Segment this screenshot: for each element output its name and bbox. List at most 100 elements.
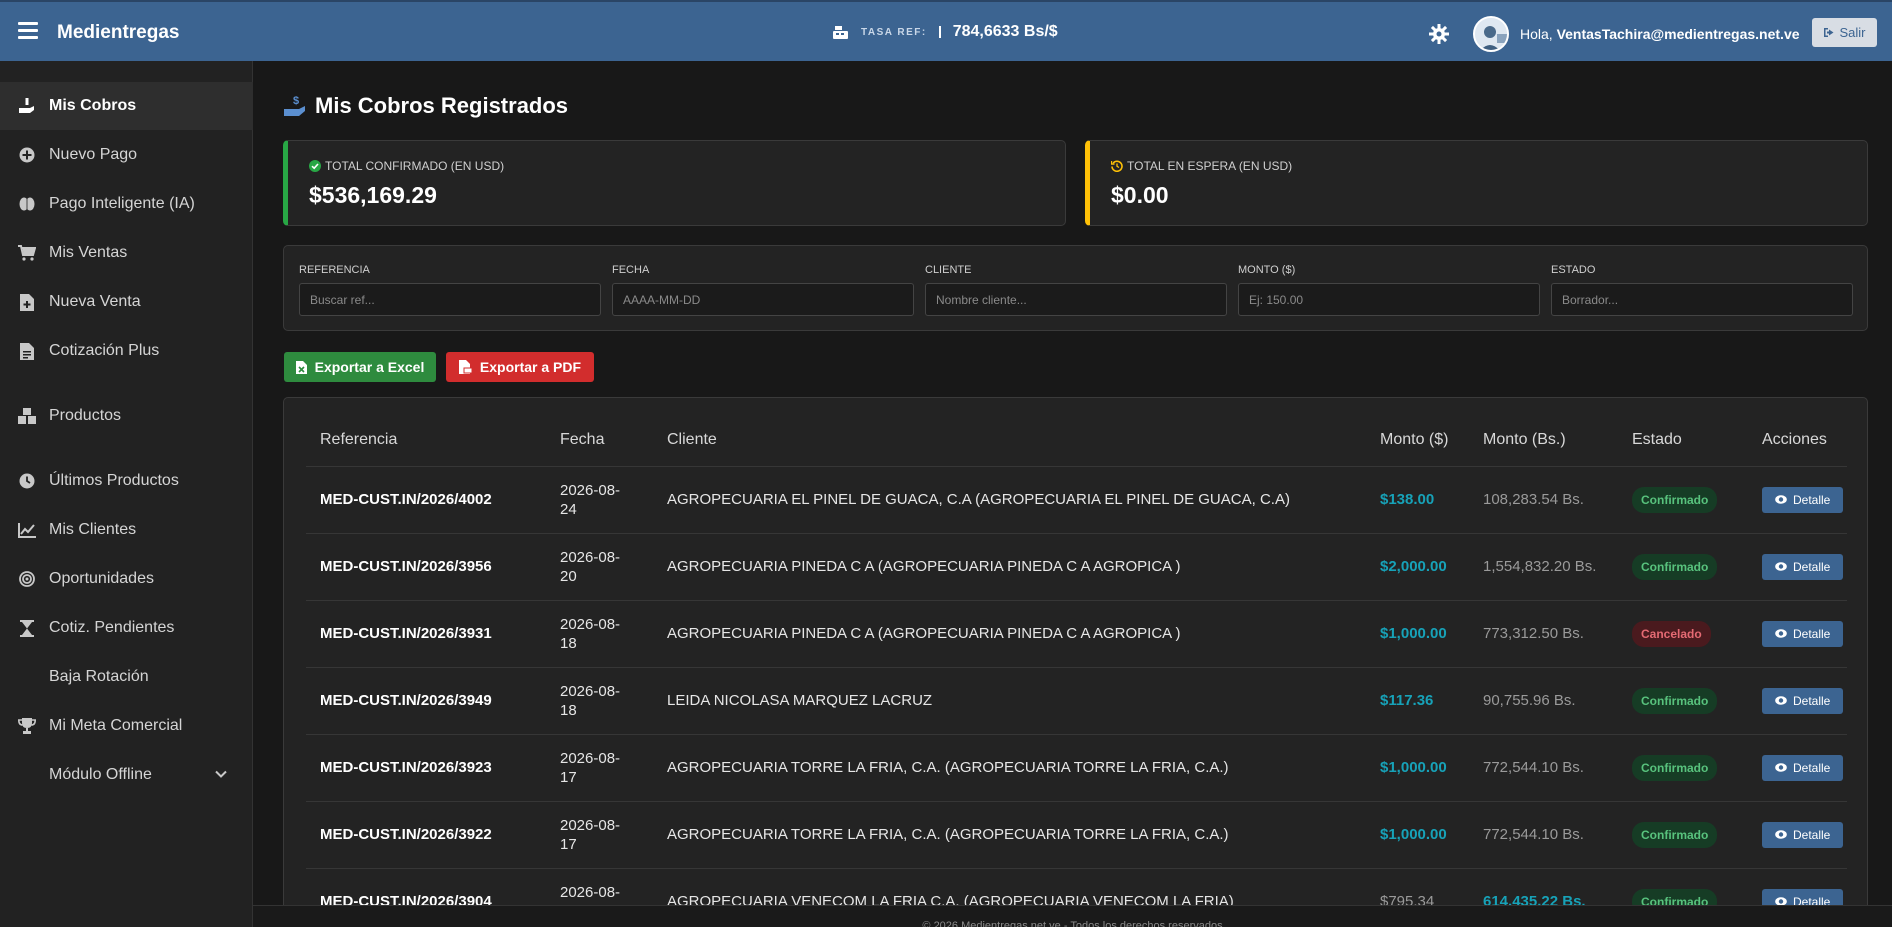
cell-status: Cancelado	[1618, 599, 1748, 667]
date-part: 2026-08-	[560, 481, 621, 499]
fecha-input[interactable]	[612, 283, 914, 316]
sidebar-item-mis-cobros[interactable]: Mis Cobros	[0, 82, 253, 130]
brand-name[interactable]: Medientregas	[57, 22, 179, 44]
cell-actions: Detalle	[1748, 800, 1847, 868]
cell-client: LEIDA NICOLASA MARQUEZ LACRUZ	[653, 666, 1366, 734]
cell-reference: MED-CUST.IN/2026/3931	[306, 599, 546, 667]
sidebar-item-label: Últimos Productos	[49, 472, 179, 489]
detail-label: Detalle	[1793, 626, 1831, 641]
filter-estado: ESTADO	[1551, 264, 1853, 316]
cell-amount-bs: 772,544.10 Bs.	[1469, 733, 1618, 801]
sidebar-item-mis-clientes[interactable]: Mis Clientes	[0, 506, 253, 554]
sidebar-item-productos[interactable]: Productos	[0, 392, 253, 440]
cell-amount-bs: 773,312.50 Bs.	[1469, 599, 1618, 667]
logout-button[interactable]: Salir	[1812, 18, 1877, 47]
cell-amount-usd: $2,000.00	[1366, 532, 1469, 600]
detail-button[interactable]: Detalle	[1762, 754, 1844, 781]
sidebar-item-ultimos-productos[interactable]: Últimos Productos	[0, 457, 253, 505]
user-avatar[interactable]	[1473, 16, 1509, 52]
cell-date: 2026-08- 20	[546, 532, 653, 600]
cell-reference: MED-CUST.IN/2026/3923	[306, 733, 546, 801]
cell-status: Confirmado	[1618, 800, 1748, 868]
logout-label: Salir	[1839, 25, 1866, 40]
clock-icon	[18, 472, 36, 490]
column-header[interactable]: Referencia	[306, 414, 546, 466]
sidebar-item-cotiz-pendientes[interactable]: Cotiz. Pendientes	[0, 604, 253, 652]
file-invoice-icon	[18, 342, 36, 360]
column-header[interactable]: Cliente	[653, 414, 1366, 466]
sidebar-item-label: Nueva Venta	[49, 293, 141, 310]
sidebar-item-label: Mis Ventas	[49, 244, 128, 261]
date-part: 24	[560, 500, 577, 518]
sidebar-item-label: Mis Cobros	[49, 97, 137, 114]
detail-button[interactable]: Detalle	[1762, 687, 1844, 714]
sidebar-item-nueva-venta[interactable]: Nueva Venta	[0, 278, 253, 326]
cobros-table: Referencia Fecha Cliente Monto ($) Monto…	[306, 414, 1847, 926]
theme-gear-icon[interactable]	[1429, 24, 1449, 44]
menu-toggle-icon[interactable]	[18, 22, 38, 40]
card-value: $536,169.29	[309, 182, 437, 208]
sidebar-item-baja-rotacion[interactable]: Baja Rotación	[0, 653, 253, 701]
detail-button[interactable]: Detalle	[1762, 553, 1844, 580]
sidebar-item-label: Cotiz. Pendientes	[49, 619, 175, 636]
blank-icon	[18, 668, 36, 686]
cell-amount-bs: 772,544.10 Bs.	[1469, 800, 1618, 868]
rate-divider	[938, 26, 941, 38]
history-icon	[1111, 160, 1123, 172]
cell-amount-usd: $138.00	[1366, 465, 1469, 533]
cliente-input[interactable]	[925, 283, 1227, 316]
card-total-confirmado: TOTAL CONFIRMADO (EN USD) $536,169.29	[283, 140, 1066, 226]
detail-button[interactable]: Detalle	[1762, 486, 1844, 513]
filter-monto: MONTO ($)	[1238, 264, 1540, 316]
cell-reference: MED-CUST.IN/2026/3949	[306, 666, 546, 734]
estado-input[interactable]	[1551, 283, 1853, 316]
card-label: TOTAL CONFIRMADO (EN USD)	[309, 159, 504, 173]
sidebar-item-modulo-offline[interactable]: Módulo Offline	[0, 751, 253, 799]
date-part: 17	[560, 768, 577, 786]
cell-actions: Detalle	[1748, 532, 1847, 600]
detail-label: Detalle	[1793, 559, 1831, 574]
export-excel-button[interactable]: Exportar a Excel	[284, 352, 436, 382]
check-circle-icon	[309, 160, 321, 172]
cell-status: Confirmado	[1618, 666, 1748, 734]
filter-label: ESTADO	[1551, 264, 1596, 276]
column-header[interactable]: Fecha	[546, 414, 653, 466]
cell-client: AGROPECUARIA PINEDA C A (AGROPECUARIA PI…	[653, 599, 1366, 667]
column-header[interactable]: Monto (Bs.)	[1469, 414, 1618, 466]
exchange-rate: TASA REF: 784,6633 Bs/$	[832, 23, 1058, 41]
sidebar-item-cotizacion-plus[interactable]: Cotización Plus	[0, 327, 253, 375]
column-header[interactable]: Acciones	[1748, 414, 1847, 466]
sidebar-item-pago-inteligente[interactable]: Pago Inteligente (IA)	[0, 180, 253, 228]
sidebar-item-mis-ventas[interactable]: Mis Ventas	[0, 229, 253, 277]
chevron-down-icon[interactable]	[215, 768, 227, 780]
detail-button[interactable]: Detalle	[1762, 821, 1844, 848]
sidebar-item-oportunidades[interactable]: Oportunidades	[0, 555, 253, 603]
monto-input[interactable]	[1238, 283, 1540, 316]
cell-reference: MED-CUST.IN/2026/4002	[306, 465, 546, 533]
date-part: 2026-08-	[560, 816, 621, 834]
column-header[interactable]: Monto ($)	[1366, 414, 1469, 466]
export-pdf-button[interactable]: Exportar a PDF	[446, 352, 594, 382]
file-plus-icon	[18, 293, 36, 311]
sidebar-item-label: Productos	[49, 407, 122, 424]
sidebar-item-label: Módulo Offline	[49, 766, 152, 783]
sidebar-item-mi-meta-comercial[interactable]: Mi Meta Comercial	[0, 702, 253, 750]
sidebar-item-nuevo-pago[interactable]: Nuevo Pago	[0, 131, 253, 179]
cell-status: Confirmado	[1618, 532, 1748, 600]
file-pdf-icon	[458, 360, 472, 374]
cell-client: AGROPECUARIA TORRE LA FRIA, C.A. (AGROPE…	[653, 733, 1366, 801]
table-row: MED-CUST.IN/2026/3931 2026-08- 18 AGROPEC…	[306, 599, 1847, 667]
referencia-input[interactable]	[299, 283, 601, 316]
eye-icon	[1775, 495, 1787, 504]
column-header[interactable]: Estado	[1618, 414, 1748, 466]
cell-date: 2026-08- 24	[546, 465, 653, 533]
table-row: MED-CUST.IN/2026/3949 2026-08- 18 LEIDA N…	[306, 666, 1847, 734]
card-label-text: TOTAL CONFIRMADO (EN USD)	[325, 159, 505, 173]
page-title-text: Mis Cobros Registrados	[315, 93, 569, 118]
page-title: $ Mis Cobros Registrados	[283, 93, 568, 119]
filter-fecha: FECHA	[612, 264, 914, 316]
export-excel-label: Exportar a Excel	[314, 359, 425, 375]
detail-button[interactable]: Detalle	[1762, 620, 1844, 647]
cell-status: Confirmado	[1618, 733, 1748, 801]
cell-actions: Detalle	[1748, 465, 1847, 533]
